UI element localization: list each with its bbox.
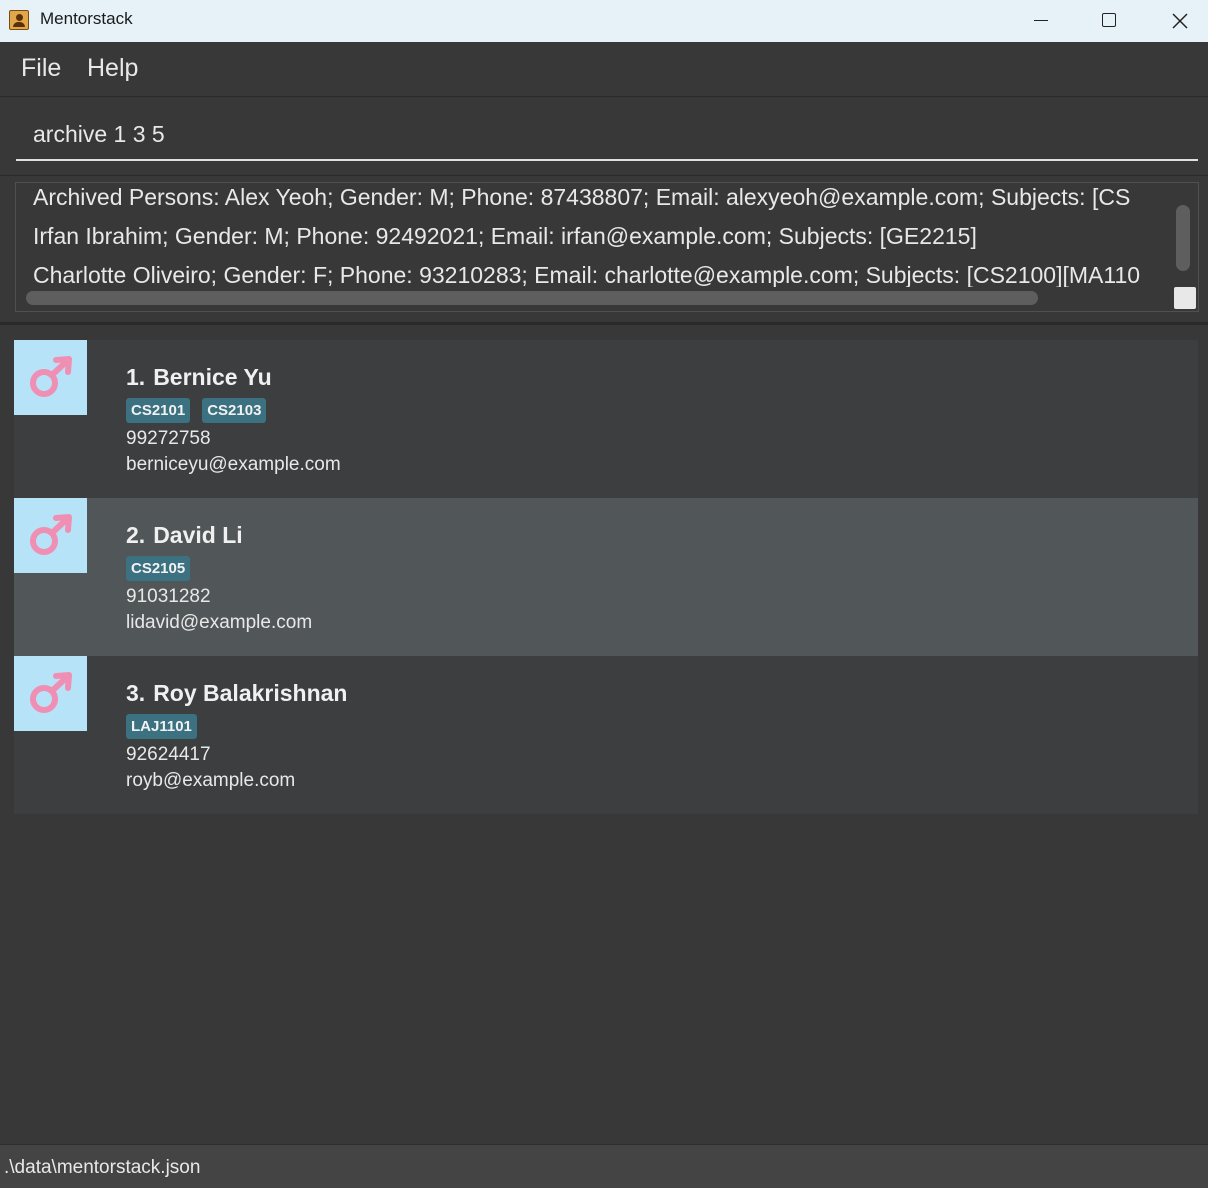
- tag-list: CS2101 CS2103: [126, 398, 267, 423]
- person-name-text: David Li: [153, 522, 243, 548]
- subject-tag: CS2103: [202, 398, 267, 423]
- result-line: Archived Persons: Alex Yeoh; Gender: M; …: [33, 184, 1131, 210]
- menu-help[interactable]: Help: [87, 54, 138, 83]
- person-phone: 92624417: [126, 744, 211, 765]
- menu-file[interactable]: File: [21, 54, 61, 83]
- person-phone: 99272758: [126, 428, 211, 449]
- person-index: 2.: [126, 522, 146, 548]
- person-index: 3.: [126, 680, 146, 706]
- maximize-button[interactable]: [1074, 0, 1144, 42]
- person-email: lidavid@example.com: [126, 612, 313, 633]
- status-bar: .\data\mentorstack.json: [0, 1144, 1208, 1188]
- save-location: .\data\mentorstack.json: [4, 1157, 201, 1178]
- tag-list: CS2105: [126, 556, 191, 581]
- menu-bar: File Help: [0, 42, 1208, 97]
- result-display[interactable]: Archived Persons: Alex Yeoh; Gender: M; …: [15, 182, 1199, 312]
- person-phone: 91031282: [126, 586, 211, 607]
- subject-tag: CS2101: [126, 398, 191, 423]
- tag-list: LAJ1101: [126, 714, 197, 739]
- male-icon: [30, 672, 72, 713]
- person-name: 3. Roy Balakrishnan: [126, 680, 347, 707]
- person-email: royb@example.com: [126, 770, 296, 791]
- title-bar: Mentorstack: [0, 0, 1208, 42]
- avatar: [14, 340, 87, 415]
- vertical-scrollbar[interactable]: [1176, 205, 1190, 271]
- person-card[interactable]: 3. Roy Balakrishnan LAJ1101 92624417 royb…: [14, 656, 1198, 814]
- person-email: berniceyu@example.com: [126, 454, 341, 475]
- command-area: archive 1 3 5: [0, 97, 1208, 176]
- close-icon: [1172, 13, 1188, 29]
- horizontal-scrollbar[interactable]: [26, 291, 1038, 305]
- window-title: Mentorstack: [40, 9, 133, 28]
- person-list: 1. Bernice Yu CS2101 CS2103 99272758 bern…: [14, 340, 1198, 814]
- subject-tag: LAJ1101: [126, 714, 197, 739]
- result-panel: Archived Persons: Alex Yeoh; Gender: M; …: [0, 176, 1208, 325]
- person-name: 2. David Li: [126, 522, 243, 549]
- avatar: [14, 498, 87, 573]
- avatar: [14, 656, 87, 731]
- scroll-corner: [1174, 287, 1196, 309]
- app-icon: [9, 10, 29, 30]
- male-icon: [30, 514, 72, 555]
- person-index: 1.: [126, 364, 146, 390]
- person-card[interactable]: 1. Bernice Yu CS2101 CS2103 99272758 bern…: [14, 340, 1198, 498]
- result-line: Irfan Ibrahim; Gender: M; Phone: 9249202…: [33, 223, 977, 249]
- person-name-text: Bernice Yu: [153, 364, 272, 390]
- male-icon: [30, 356, 72, 397]
- person-name-text: Roy Balakrishnan: [153, 680, 348, 706]
- person-card[interactable]: 2. David Li CS2105 91031282 lidavid@examp…: [14, 498, 1198, 656]
- minimize-button[interactable]: [1006, 0, 1076, 42]
- close-button[interactable]: [1144, 0, 1208, 42]
- command-text: archive 1 3 5: [33, 121, 165, 147]
- person-name: 1. Bernice Yu: [126, 364, 272, 391]
- subject-tag: CS2105: [126, 556, 191, 581]
- command-input[interactable]: archive 1 3 5: [16, 111, 1198, 161]
- result-line: Charlotte Oliveiro; Gender: F; Phone: 93…: [33, 262, 1141, 287]
